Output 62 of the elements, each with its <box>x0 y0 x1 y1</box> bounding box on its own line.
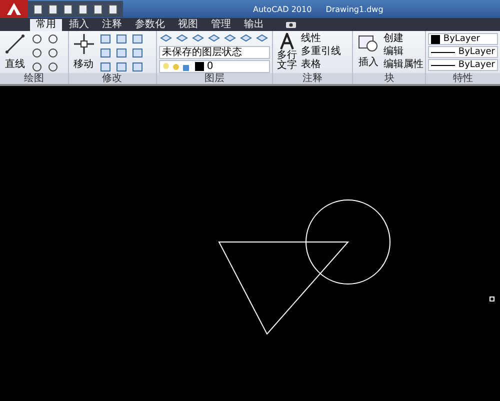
tool-icon[interactable] <box>130 61 144 73</box>
toolbar-icon[interactable] <box>92 4 104 14</box>
block-tool[interactable]: 编辑属性 <box>383 59 424 71</box>
layer-state-dropdown[interactable]: 未保存的图层状态 <box>158 46 270 59</box>
panel-title[interactable]: 注释 <box>272 73 352 84</box>
ribbon-tab[interactable]: 管理 <box>205 19 237 31</box>
move-icon <box>72 33 94 55</box>
toolbar-icon[interactable] <box>32 4 44 14</box>
toolbar-icon[interactable] <box>77 4 89 14</box>
line-icon <box>4 33 26 55</box>
ribbon-tab[interactable]: 输出 <box>238 19 270 31</box>
file-name: Drawing1.dwg <box>326 4 384 14</box>
tool-icon[interactable] <box>114 47 128 59</box>
ribbon-tab[interactable]: 常用 <box>30 19 62 31</box>
move-button[interactable]: 移动 <box>70 33 96 71</box>
tool-icon[interactable] <box>98 61 112 73</box>
layer-dropdown[interactable]: 0 <box>158 60 270 73</box>
tool-icon[interactable] <box>46 47 60 59</box>
insert-block-icon <box>357 33 380 53</box>
layer-name: 0 <box>206 61 214 72</box>
panel-title[interactable]: 修改 <box>68 73 156 84</box>
color-swatch <box>194 62 204 71</box>
tool-icon[interactable] <box>130 33 144 45</box>
toolbar-icon[interactable] <box>47 4 59 14</box>
property-dropdown[interactable]: ByLayer <box>428 33 498 45</box>
tool-icon[interactable] <box>114 61 128 73</box>
ribbon-tab[interactable]: 参数化 <box>129 19 171 31</box>
panel-title[interactable]: 块 <box>353 73 426 84</box>
annotation-tool[interactable]: 线性 <box>300 33 341 45</box>
tool-icon[interactable] <box>130 47 144 59</box>
tool-icon[interactable] <box>30 61 44 73</box>
application-menu-button[interactable] <box>0 0 28 18</box>
toolbar-icon[interactable] <box>107 4 119 14</box>
color-swatch <box>431 34 440 44</box>
ribbon-tab[interactable]: 插入 <box>63 19 95 31</box>
app-title: AutoCAD 2010 <box>253 4 312 14</box>
block-tool[interactable]: 创建 <box>383 33 424 45</box>
line-button[interactable]: 直线 <box>2 33 28 71</box>
block-tool[interactable]: 编辑 <box>383 46 424 58</box>
ribbon-tab[interactable]: 注释 <box>96 19 128 31</box>
tool-icon[interactable] <box>46 61 60 73</box>
camera-icon[interactable] <box>285 21 297 29</box>
insert-button[interactable]: 插入 <box>355 33 382 71</box>
panel-title[interactable]: 图层 <box>156 73 272 84</box>
layer-status-icons <box>162 62 192 72</box>
annotation-tool[interactable]: 表格 <box>300 59 341 71</box>
property-dropdown[interactable]: ByLayer <box>428 59 498 71</box>
text-icon <box>278 33 295 50</box>
panel-title[interactable]: 特性 <box>426 73 500 84</box>
annotation-tool[interactable]: 多重引线 <box>300 46 341 58</box>
toolbar-icon[interactable] <box>62 4 74 14</box>
tool-icon[interactable] <box>46 33 60 45</box>
multiline-text-button[interactable]: 多行文字 <box>274 33 299 71</box>
tool-icon[interactable] <box>114 33 128 45</box>
panel-title[interactable]: 绘图 <box>0 73 68 84</box>
tool-icon[interactable] <box>98 47 112 59</box>
grip-handle[interactable] <box>490 296 494 302</box>
tool-icon[interactable] <box>30 33 44 45</box>
property-dropdown[interactable]: ByLayer <box>428 46 498 58</box>
ribbon-tab[interactable]: 视图 <box>172 19 204 31</box>
tool-icon[interactable] <box>98 33 112 45</box>
tool-icon[interactable] <box>30 47 44 59</box>
